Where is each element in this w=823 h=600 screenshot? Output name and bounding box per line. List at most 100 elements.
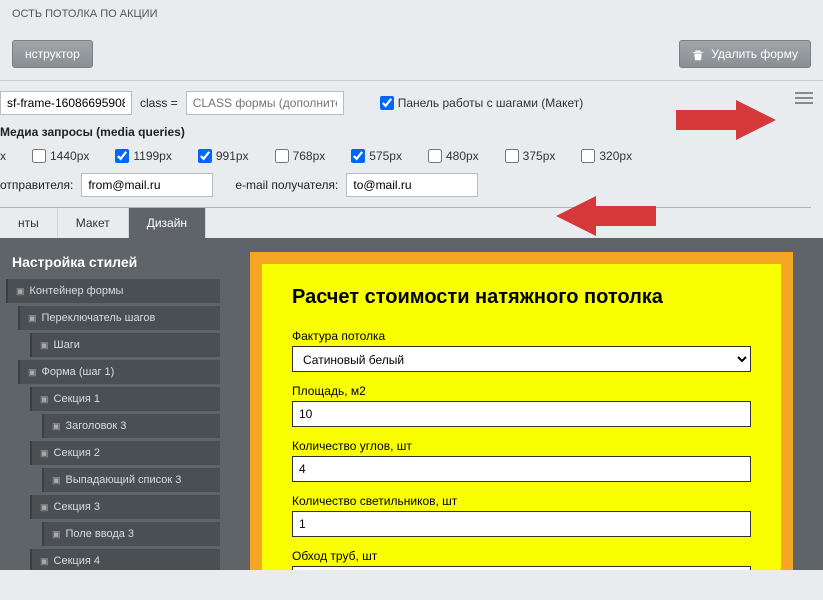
tree-item-label: Шаги [54, 339, 80, 351]
frame-id-input[interactable] [0, 91, 132, 115]
tree-item[interactable]: ▣ Секция 4 [30, 549, 220, 570]
collapse-icon: ▣ [52, 475, 61, 486]
tree-item[interactable]: ▣ Переключатель шагов [18, 306, 220, 330]
breakpoint-label: 480px [446, 149, 479, 163]
breakpoint-checkbox[interactable] [275, 149, 289, 163]
tree-item-label: Секция 2 [54, 447, 100, 459]
field-label: Фактура потолка [292, 329, 751, 343]
menu-icon[interactable] [795, 89, 813, 107]
header-title: ОСТЬ ПОТОЛКА ПО АКЦИИ [12, 8, 157, 20]
form-group: Площадь, м2 [292, 384, 751, 427]
breakpoint-1440px[interactable]: 1440px [32, 149, 89, 163]
breakpoint-768px[interactable]: 768px [275, 149, 326, 163]
tree-item[interactable]: ▣ Поле ввода 3 [42, 522, 220, 546]
breakpoint-991px[interactable]: 991px [198, 149, 249, 163]
field-label: Количество светильников, шт [292, 494, 751, 508]
breakpoint-label: 575px [369, 149, 402, 163]
breakpoint-checkbox[interactable] [198, 149, 212, 163]
collapse-icon: ▣ [40, 448, 49, 459]
recipient-label: e-mail получателя: [235, 178, 338, 192]
tree-item-label: Выпадающий список 3 [66, 474, 182, 486]
text-input[interactable] [292, 401, 751, 427]
tree-item[interactable]: ▣ Секция 3 [30, 495, 220, 519]
tree-item-label: Контейнер формы [30, 285, 124, 297]
tree-item[interactable]: ▣ Выпадающий список 3 [42, 468, 220, 492]
class-input[interactable] [186, 91, 344, 115]
collapse-icon: ▣ [40, 502, 49, 513]
collapse-icon: ▣ [52, 529, 61, 540]
breakpoint-label: 1440px [50, 149, 89, 163]
editor-area: Настройка стилей ▣ Контейнер формы ▣ Перекл… [0, 238, 823, 570]
tree-item-label: Переключатель шагов [42, 312, 156, 324]
preview-pane: Расчет стоимости натяжного потолка Факту… [220, 238, 823, 570]
form-group: Количество светильников, шт [292, 494, 751, 537]
form-group: Фактура потолка Сатиновый белый [292, 329, 751, 372]
breakpoint-label: 320px [599, 149, 632, 163]
tree-item-label: Форма (шаг 1) [42, 366, 115, 378]
breakpoint-checkbox[interactable] [581, 149, 595, 163]
breakpoint-checkbox[interactable] [428, 149, 442, 163]
text-input[interactable] [292, 566, 751, 570]
breakpoint-checkbox[interactable] [32, 149, 46, 163]
field-label: Площадь, м2 [292, 384, 751, 398]
tree-item-label: Секция 3 [54, 501, 100, 513]
sidebar-title: Настройка стилей [0, 248, 220, 276]
media-queries-title: Медиа запросы (media queries) [0, 125, 185, 139]
class-label: class = [140, 96, 178, 110]
breakpoint-x[interactable]: x [0, 149, 6, 163]
collapse-icon: ▣ [28, 313, 37, 324]
tab-нты[interactable]: нты [0, 208, 58, 238]
steps-panel-cb[interactable] [380, 96, 394, 110]
breakpoint-480px[interactable]: 480px [428, 149, 479, 163]
breakpoint-label: x [0, 149, 6, 163]
trash-icon [692, 49, 704, 61]
preview-outer-frame: Расчет стоимости натяжного потолка Факту… [250, 252, 793, 570]
steps-panel-checkbox[interactable]: Панель работы с шагами (Макет) [380, 96, 584, 110]
breakpoints-row: x 1440px 1199px 991px 768px 575px 480px 375px 32… [0, 149, 811, 163]
constructor-button[interactable]: нструктор [12, 40, 93, 68]
sender-label: отправителя: [0, 178, 73, 192]
tree-item[interactable]: ▣ Заголовок 3 [42, 414, 220, 438]
toolbar: нструктор Удалить форму [0, 28, 823, 80]
delete-form-button[interactable]: Удалить форму [679, 40, 811, 68]
tree-item[interactable]: ▣ Форма (шаг 1) [18, 360, 220, 384]
field-label: Обход труб, шт [292, 549, 751, 563]
breakpoint-checkbox[interactable] [505, 149, 519, 163]
tree-item-label: Секция 4 [54, 555, 100, 567]
collapse-icon: ▣ [28, 367, 37, 378]
field-label: Количество углов, шт [292, 439, 751, 453]
tree-item[interactable]: ▣ Контейнер формы [6, 279, 220, 303]
tree-item-label: Секция 1 [54, 393, 100, 405]
breakpoint-375px[interactable]: 375px [505, 149, 556, 163]
tabs: нтыМакетДизайн [0, 207, 811, 238]
sender-email-input[interactable] [81, 173, 213, 197]
breakpoint-label: 375px [523, 149, 556, 163]
recipient-email-input[interactable] [346, 173, 478, 197]
tree-item-label: Поле ввода 3 [66, 528, 135, 540]
styles-sidebar: Настройка стилей ▣ Контейнер формы ▣ Перекл… [0, 238, 220, 570]
text-input[interactable] [292, 456, 751, 482]
tree-item[interactable]: ▣Секция 1 [30, 387, 220, 411]
tree-item[interactable]: ▣ Секция 2 [30, 441, 220, 465]
collapse-icon: ▣ [16, 286, 25, 297]
breakpoint-label: 1199px [133, 149, 171, 163]
tree-item[interactable]: ▣Шаги [30, 333, 220, 357]
preview-form: Расчет стоимости натяжного потолка Факту… [262, 264, 781, 570]
form-group: Обход труб, шт [292, 549, 751, 570]
collapse-icon: ▣ [52, 421, 61, 432]
text-input[interactable] [292, 511, 751, 537]
tree-item-label: Заголовок 3 [66, 420, 127, 432]
annotation-arrow-left [556, 196, 656, 236]
tab-Макет[interactable]: Макет [58, 208, 129, 238]
breakpoint-checkbox[interactable] [115, 149, 129, 163]
texture-select[interactable]: Сатиновый белый [292, 346, 751, 372]
annotation-arrow-right [676, 100, 776, 140]
tab-Дизайн[interactable]: Дизайн [129, 208, 206, 238]
breakpoint-575px[interactable]: 575px [351, 149, 402, 163]
collapse-icon: ▣ [40, 556, 49, 567]
breakpoint-320px[interactable]: 320px [581, 149, 632, 163]
form-group: Количество углов, шт [292, 439, 751, 482]
breakpoint-1199px[interactable]: 1199px [115, 149, 171, 163]
breakpoint-checkbox[interactable] [351, 149, 365, 163]
form-title: Расчет стоимости натяжного потолка [292, 286, 751, 309]
